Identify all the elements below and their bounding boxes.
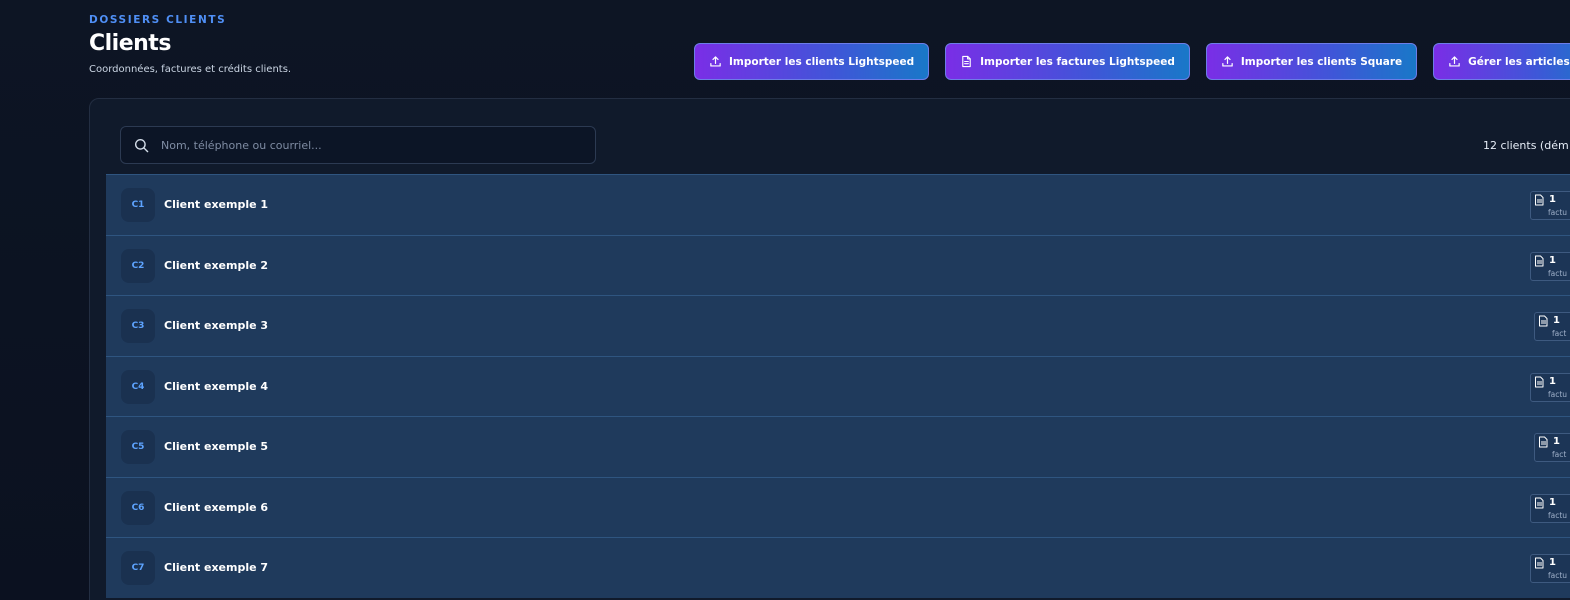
invoice-count: 1 [1549,496,1556,508]
page-title: Clients [89,31,171,56]
document-icon [1535,255,1544,266]
action-label: Gérer les articles Sq [1468,55,1570,68]
invoice-label: factu [1548,571,1568,580]
invoice-badge: 1 factu [1530,191,1570,220]
header-actions: Importer les clients Lightspeed Importer… [694,43,1570,80]
client-list: C1 Client exemple 1 1 factu C2 Client ex… [106,174,1570,598]
document-icon [1539,436,1548,448]
invoice-label: factu [1548,510,1568,520]
page-subtitle: Coordonnées, factures et crédits clients… [89,64,292,75]
invoice-badge: 1 factu [1530,251,1570,281]
client-name: Client exemple 7 [164,561,269,574]
document-icon [1535,497,1544,508]
invoice-count: 1 [1553,315,1560,326]
upload-icon [1449,56,1460,67]
client-name: Client exemple 3 [164,319,269,332]
client-row[interactable]: C3 Client exemple 3 1 fact [106,295,1570,356]
invoice-badge: 1 factu [1530,493,1570,523]
document-icon [1535,376,1544,387]
document-icon [1535,194,1544,206]
invoice-count: 1 [1553,436,1560,447]
manage-square-items-button[interactable]: Gérer les articles Sq [1433,43,1570,80]
invoice-count: 1 [1549,194,1556,205]
action-label: Importer les factures Lightspeed [980,55,1175,68]
invoice-badge: 1 factu [1530,554,1570,583]
invoice-badge: 1 factu [1530,372,1570,402]
upload-icon [710,56,721,67]
clients-page: DOSSIERS CLIENTS Clients Coordonnées, fa… [0,0,1570,600]
client-name: Client exemple 2 [164,258,269,272]
client-name: Client exemple 5 [164,440,269,453]
search-icon [134,138,149,152]
avatar: C6 [121,490,155,525]
invoice-count: 1 [1549,557,1556,568]
invoice-label: fact [1552,329,1567,338]
upload-icon [1222,56,1233,67]
action-label: Importer les clients Square [1240,55,1403,68]
clients-panel: 12 clients (dém C1 Client exemple 1 1 fa… [89,98,1570,600]
page-header: DOSSIERS CLIENTS Clients Coordonnées, fa… [89,14,291,76]
avatar: C2 [121,248,155,283]
section-eyebrow: DOSSIERS CLIENTS [89,14,227,26]
invoice-badge: 1 fact [1534,312,1570,341]
document-icon [1535,557,1544,569]
invoice-label: factu [1548,268,1568,278]
search-input[interactable] [159,137,563,153]
invoice-label: factu [1548,389,1568,399]
client-row[interactable]: C5 Client exemple 5 1 fact [106,416,1570,477]
client-name: Client exemple 4 [164,379,269,393]
import-square-clients-button[interactable]: Importer les clients Square [1205,43,1418,80]
action-label: Importer les clients Lightspeed [729,55,915,68]
avatar: C1 [121,188,155,222]
import-lightspeed-clients-button[interactable]: Importer les clients Lightspeed [694,43,930,80]
client-row[interactable]: C7 Client exemple 7 1 factu [106,537,1570,598]
invoice-count: 1 [1549,254,1556,266]
client-name: Client exemple 1 [164,198,269,211]
avatar: C3 [121,309,155,343]
invoice-count: 1 [1549,375,1556,387]
search-box[interactable] [120,126,596,164]
invoice-badge: 1 fact [1534,433,1570,462]
client-name: Client exemple 6 [164,500,269,514]
avatar: C4 [121,369,155,404]
document-icon [962,55,971,68]
client-row[interactable]: C1 Client exemple 1 1 factu [106,174,1570,235]
invoice-label: fact [1552,450,1567,459]
invoice-label: factu [1548,208,1568,217]
client-row[interactable]: C6 Client exemple 6 1 factu [106,476,1570,537]
client-row[interactable]: C2 Client exemple 2 1 factu [106,234,1570,295]
client-count: 12 clients (dém [1483,139,1569,152]
avatar: C5 [121,430,155,464]
document-icon [1539,315,1548,327]
import-lightspeed-invoices-button[interactable]: Importer les factures Lightspeed [945,43,1190,80]
avatar: C7 [121,551,155,585]
client-row[interactable]: C4 Client exemple 4 1 factu [106,355,1570,416]
